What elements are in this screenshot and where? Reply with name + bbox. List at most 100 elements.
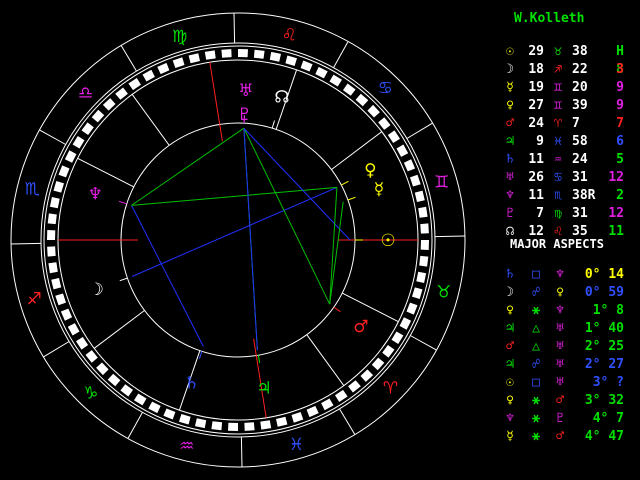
planet-pointer xyxy=(347,196,356,201)
degree-tick xyxy=(343,83,356,96)
house-cusp-line xyxy=(77,157,135,188)
sign-divider xyxy=(406,122,433,139)
degree-tick xyxy=(157,62,170,75)
planet-pointer xyxy=(257,355,261,364)
aspect-symbol: □ xyxy=(532,375,540,390)
planet-symbol: ♀ xyxy=(506,98,514,113)
aspect-symbol: ⚹ xyxy=(532,429,540,444)
aspect-orb: 1° 40 xyxy=(584,321,624,336)
aspect-line xyxy=(329,201,344,305)
degree-tick xyxy=(195,418,207,429)
degree-tick xyxy=(244,422,255,431)
aspect-planet-1: ♀ xyxy=(506,393,514,408)
zodiac-sign-glyph: ♉ xyxy=(436,282,451,302)
planet-minute: 38R xyxy=(572,188,596,203)
aspect-orb: 4° 7 xyxy=(592,411,624,426)
sun-glyph: ☉ xyxy=(380,231,395,251)
aspect-row: ♀ ⚹ ♂ 3° 32 xyxy=(498,392,640,410)
degree-tick xyxy=(300,60,313,72)
zodiac-sign-glyph: ♓ xyxy=(289,435,304,455)
degree-tick xyxy=(291,412,304,423)
degree-tick xyxy=(371,357,385,371)
zodiac-sign-glyph: ♋ xyxy=(378,79,393,99)
aspect-planet-2: ♅ xyxy=(556,357,564,372)
planet-pointer xyxy=(118,200,127,205)
aspect-symbol: ⚹ xyxy=(532,393,540,408)
planet-minute: 39 xyxy=(572,98,588,113)
aspect-lines xyxy=(131,127,351,351)
chart-wheel: ♈ ♉ ♊ ♋ ♌ ♍ ♎ ♏ ♐ ♑ ♒ ♓ ☉ ☽ ☿♀ ♂ ♃ ♄ ♅ ♆ ♇ ☊ xyxy=(10,12,466,468)
planet-row: ♃ 9 ♓ 58 6 xyxy=(498,133,640,151)
degree-tick xyxy=(420,223,429,234)
mars-glyph: ♂ xyxy=(353,317,368,337)
degree-tick xyxy=(211,421,223,431)
planet-row: ♅ 26 ♋ 31 12 xyxy=(498,169,640,187)
sign-divider xyxy=(120,45,137,72)
degree-tick xyxy=(399,317,412,330)
aspect-planet-1: ♆ xyxy=(506,411,514,426)
sign-glyph: ♏ xyxy=(554,188,562,203)
aspect-orb: 2° 27 xyxy=(584,357,624,372)
aspect-symbol: △ xyxy=(532,321,540,336)
aspect-symbol: ⚹ xyxy=(532,303,540,318)
aspect-planet-2: ♅ xyxy=(556,375,564,390)
aspect-symbol: □ xyxy=(532,267,540,282)
planet-minute: 22 xyxy=(572,62,588,77)
aspect-line xyxy=(131,186,337,206)
planet-symbol: ☿ xyxy=(506,80,514,95)
house-cusp-line xyxy=(341,292,399,323)
sign-glyph: ♊ xyxy=(554,98,562,113)
degree-tick xyxy=(306,405,319,418)
sign-divider xyxy=(39,129,66,145)
degree-tick xyxy=(335,389,348,402)
degree-tick xyxy=(329,74,342,87)
zodiac-sign-glyph: ♎ xyxy=(78,84,93,104)
aspect-planet-1: ♀ xyxy=(506,303,514,318)
degree-tick xyxy=(58,165,70,178)
degree-tick xyxy=(47,213,57,225)
aspect-line xyxy=(131,127,245,206)
planet-degree: 26 xyxy=(528,170,544,185)
zodiac-sign-glyph: ♈ xyxy=(383,378,398,398)
degree-tick xyxy=(96,362,109,376)
degree-tick xyxy=(348,380,361,393)
sign-divider xyxy=(127,412,143,439)
sign-glyph: ♈ xyxy=(554,116,562,131)
angle-tick xyxy=(219,124,223,142)
jupiter-glyph: ♃ xyxy=(256,379,271,399)
sign-divider xyxy=(43,341,70,358)
degree-tick xyxy=(285,55,297,66)
aspect-line xyxy=(243,128,258,351)
house-number: 7 xyxy=(616,116,624,131)
degree-tick xyxy=(188,53,200,64)
house-number: 11 xyxy=(608,224,624,239)
aspect-line xyxy=(131,205,204,347)
degree-tick xyxy=(360,369,374,382)
aspect-line xyxy=(329,187,338,305)
aspect-planet-2: ♂ xyxy=(556,429,564,444)
degree-tick xyxy=(120,384,133,397)
sign-divider xyxy=(240,436,243,468)
sign-glyph: ♉ xyxy=(554,44,562,59)
sign-divider xyxy=(339,408,356,435)
planet-minute: 20 xyxy=(572,80,588,95)
degree-tick xyxy=(48,262,58,274)
planet-row: ♆ 11 ♏ 38R 2 xyxy=(498,187,640,205)
aspect-row: ♃ ☍ ♅ 2° 27 xyxy=(498,356,640,374)
sign-glyph: ♊ xyxy=(554,80,562,95)
house-number: 6 xyxy=(616,134,624,149)
aspect-row: ☉ □ ♅ 3° ? xyxy=(498,374,640,392)
degree-tick xyxy=(142,69,155,82)
aspect-row: ♀ ⚹ ♆ 1° 8 xyxy=(498,302,640,320)
degree-tick xyxy=(67,323,80,336)
house-cusp-line xyxy=(306,334,345,386)
sign-divider xyxy=(410,335,437,351)
aspect-planet-2: ♆ xyxy=(556,267,564,282)
angle-tick xyxy=(253,338,257,356)
planet-minute: 31 xyxy=(572,206,588,221)
aspect-row: ☽ ☍ ♀ 0° 59 xyxy=(498,284,640,302)
sign-divider xyxy=(434,235,466,238)
sign-glyph: ♓ xyxy=(554,134,562,149)
degree-tick xyxy=(419,255,429,267)
planet-symbol: ♅ xyxy=(506,170,514,185)
